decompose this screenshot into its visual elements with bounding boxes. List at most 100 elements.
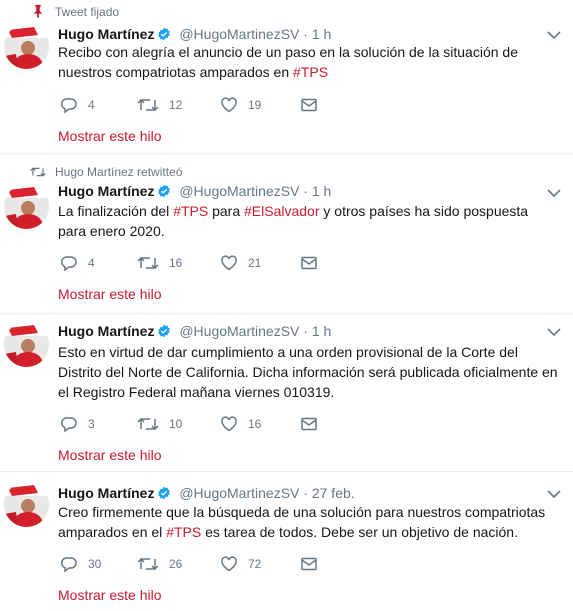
hashtag-link[interactable]: #TPS	[173, 203, 208, 219]
retweet-button[interactable]: 26	[137, 555, 182, 573]
author-name[interactable]: Hugo Martínez	[58, 183, 154, 199]
message-button[interactable]	[300, 96, 318, 114]
tweet-actions: 4 12 19	[58, 96, 358, 114]
reply-button[interactable]: 30	[60, 555, 101, 573]
retweeted-label[interactable]: Hugo Martínez retwitteó	[55, 165, 182, 179]
avatar[interactable]	[4, 24, 49, 69]
retweet-count: 26	[169, 557, 183, 571]
tweet-header: Hugo Martínez @HugoMartinezSV · 1 h	[58, 182, 331, 200]
chevron-down-icon[interactable]	[547, 30, 561, 40]
like-count: 16	[248, 417, 262, 431]
tweet-actions: 3 10 16	[58, 415, 358, 433]
heart-icon	[221, 97, 237, 113]
tweet-header: Hugo Martínez @HugoMartinezSV · 1 h	[58, 322, 331, 340]
timestamp[interactable]: 1 h	[312, 26, 331, 42]
tweet-text: Recibo con alegría el anuncio de un paso…	[58, 42, 558, 82]
verified-icon	[158, 486, 171, 500]
envelope-icon	[301, 256, 317, 270]
text-segment: La finalización del	[58, 203, 174, 219]
tweet[interactable]: Hugo Martínez @HugoMartinezSV · 27 feb. …	[0, 472, 573, 611]
avatar[interactable]	[4, 184, 49, 229]
like-button[interactable]: 72	[220, 555, 261, 573]
envelope-icon	[301, 417, 317, 431]
timestamp[interactable]: 1 h	[312, 323, 331, 339]
tweet-actions: 4 16 21	[58, 254, 358, 272]
tweet[interactable]: Tweet fijado Hugo Martínez @HugoMartinez…	[0, 0, 573, 154]
tweet-header: Hugo Martínez @HugoMartinezSV · 27 feb.	[58, 484, 355, 502]
tweet-text: Esto en virtud de dar cumplimiento a una…	[58, 342, 558, 402]
message-button[interactable]	[300, 555, 318, 573]
reply-icon	[60, 256, 77, 272]
author-handle[interactable]: @HugoMartinezSV	[179, 183, 299, 199]
author-name[interactable]: Hugo Martínez	[58, 26, 154, 42]
chevron-down-icon[interactable]	[547, 188, 561, 198]
retweet-button[interactable]: 16	[137, 254, 182, 272]
hashtag-link[interactable]: #TPS	[293, 64, 328, 80]
like-button[interactable]: 16	[220, 415, 261, 433]
timestamp[interactable]: 1 h	[312, 183, 331, 199]
message-button[interactable]	[300, 254, 318, 272]
tweet[interactable]: Hugo Martínez retwitteó Hugo Martínez @H…	[0, 154, 573, 314]
separator-dot: ·	[303, 26, 308, 42]
reply-button[interactable]: 4	[60, 254, 95, 272]
text-segment: Recibo con alegría el anuncio de un paso…	[58, 44, 518, 80]
reply-count: 4	[88, 256, 95, 270]
show-thread-link[interactable]: Mostrar este hilo	[58, 285, 161, 303]
like-count: 72	[248, 557, 262, 571]
message-button[interactable]	[300, 415, 318, 433]
reply-icon	[60, 417, 77, 433]
like-count: 19	[248, 98, 262, 112]
heart-icon	[221, 556, 237, 572]
retweet-button[interactable]: 12	[137, 96, 182, 114]
tweet-text: Creo firmemente que la búsqueda de una s…	[58, 502, 558, 542]
pin-icon	[33, 4, 43, 18]
separator-dot: ·	[303, 485, 308, 501]
retweet-icon	[137, 417, 159, 431]
heart-icon	[221, 255, 237, 271]
reply-button[interactable]: 4	[60, 96, 95, 114]
avatar[interactable]	[4, 482, 49, 527]
separator-dot: ·	[303, 323, 308, 339]
timestamp[interactable]: 27 feb.	[312, 485, 355, 501]
heart-icon	[221, 416, 237, 432]
retweet-count: 16	[169, 256, 183, 270]
like-button[interactable]: 19	[220, 96, 261, 114]
show-thread-link[interactable]: Mostrar este hilo	[58, 127, 161, 145]
verified-icon	[158, 184, 171, 198]
show-thread-link[interactable]: Mostrar este hilo	[58, 586, 161, 604]
pinned-label: Tweet fijado	[55, 5, 120, 19]
retweet-icon	[30, 167, 46, 177]
reply-icon	[60, 557, 77, 573]
verified-icon	[158, 27, 171, 41]
author-name[interactable]: Hugo Martínez	[58, 323, 154, 339]
avatar[interactable]	[4, 322, 49, 367]
hashtag-link[interactable]: #TPS	[166, 524, 201, 540]
author-handle[interactable]: @HugoMartinezSV	[179, 323, 299, 339]
retweet-button[interactable]: 10	[137, 415, 182, 433]
hashtag-link[interactable]: #ElSalvador	[244, 203, 320, 219]
chevron-down-icon[interactable]	[547, 327, 561, 337]
author-name[interactable]: Hugo Martínez	[58, 485, 154, 501]
envelope-icon	[301, 98, 317, 112]
reply-button[interactable]: 3	[60, 415, 95, 433]
show-thread-link[interactable]: Mostrar este hilo	[58, 446, 161, 464]
author-handle[interactable]: @HugoMartinezSV	[179, 26, 299, 42]
reply-count: 3	[88, 417, 95, 431]
retweet-count: 12	[169, 98, 183, 112]
text-segment: es tarea de todos. Debe ser un objetivo …	[201, 524, 518, 540]
envelope-icon	[301, 557, 317, 571]
like-button[interactable]: 21	[220, 254, 261, 272]
retweet-count: 10	[169, 417, 183, 431]
tweet[interactable]: Hugo Martínez @HugoMartinezSV · 1 h Esto…	[0, 314, 573, 472]
text-segment: Esto en virtud de dar cumplimiento a una…	[58, 344, 558, 400]
text-segment: para	[208, 203, 245, 219]
author-handle[interactable]: @HugoMartinezSV	[179, 485, 299, 501]
retweet-icon	[137, 557, 159, 571]
tweet-header: Hugo Martínez @HugoMartinezSV · 1 h	[58, 25, 331, 43]
reply-count: 30	[88, 557, 102, 571]
reply-icon	[60, 98, 77, 114]
chevron-down-icon[interactable]	[547, 489, 561, 499]
retweet-icon	[137, 256, 159, 270]
verified-icon	[158, 324, 171, 338]
separator-dot: ·	[303, 183, 308, 199]
